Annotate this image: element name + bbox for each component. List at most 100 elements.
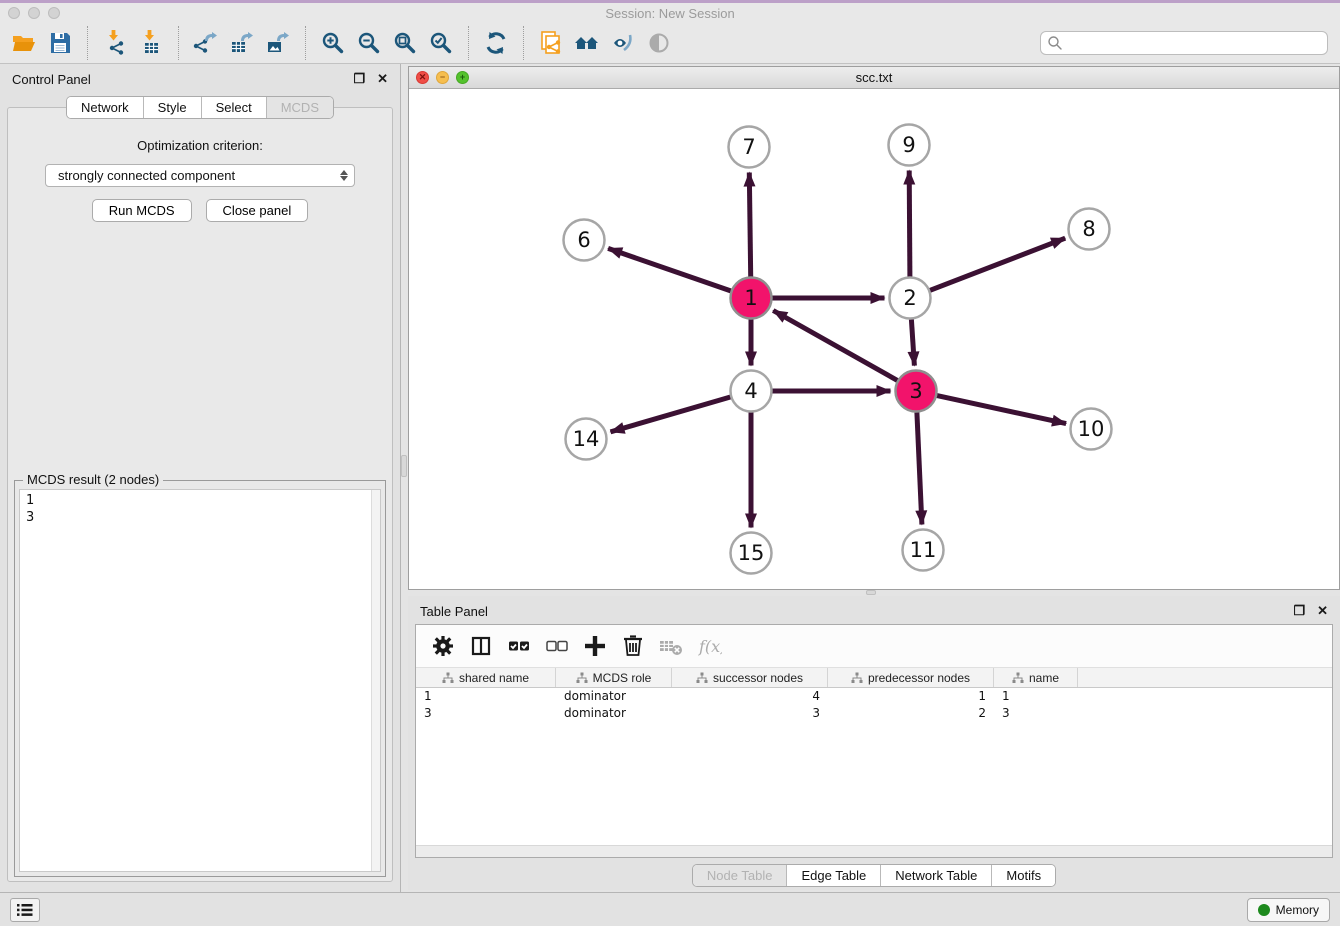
- graph-node-10[interactable]: 10: [1071, 409, 1112, 450]
- graph-node-3[interactable]: 3: [896, 371, 937, 412]
- add-row-button[interactable]: [578, 629, 612, 663]
- import-table-button[interactable]: [133, 26, 169, 60]
- function-builder-button: f(x): [692, 629, 726, 663]
- close-table-panel-icon[interactable]: ✕: [1317, 603, 1328, 619]
- close-panel-icon[interactable]: ✕: [377, 71, 388, 87]
- graph-node-7[interactable]: 7: [729, 127, 770, 168]
- panel-splitter-handle[interactable]: [401, 455, 407, 477]
- network-window-titlebar[interactable]: ✕ − + scc.txt: [409, 67, 1339, 89]
- tab-motifs[interactable]: Motifs: [991, 865, 1055, 886]
- import-network-button[interactable]: [97, 26, 133, 60]
- edge-2-9[interactable]: [909, 171, 910, 277]
- graph-node-15[interactable]: 15: [731, 533, 772, 574]
- task-history-button[interactable]: [10, 898, 40, 922]
- column-header-predecessor-nodes[interactable]: predecessor nodes: [828, 668, 994, 687]
- edge-4-14[interactable]: [611, 397, 731, 432]
- table-panel-title: Table Panel: [420, 604, 488, 619]
- import-network-icon: [102, 30, 128, 56]
- view-splitter-handle[interactable]: [866, 590, 876, 595]
- mcds-panel: Optimization criterion: strongly connect…: [7, 107, 393, 882]
- network-graph-canvas[interactable]: 7 9 6 8 1 2 4 3 14 10 15 11: [409, 89, 1339, 589]
- mcds-result-list[interactable]: 13: [19, 489, 381, 872]
- table-settings-button[interactable]: [426, 629, 460, 663]
- edge-1-6[interactable]: [608, 248, 731, 291]
- close-panel-button[interactable]: Close panel: [206, 199, 309, 222]
- tab-network[interactable]: Network: [67, 97, 143, 118]
- table-cell[interactable]: 3: [416, 705, 556, 722]
- zoom-fit-icon: [392, 30, 418, 56]
- graph-node-9[interactable]: 9: [889, 125, 930, 166]
- graphics-details-button[interactable]: [605, 26, 641, 60]
- column-label: MCDS role: [593, 671, 652, 685]
- table-cell[interactable]: 2: [828, 705, 994, 722]
- float-panel-icon[interactable]: ❐: [353, 71, 365, 87]
- export-table-button[interactable]: [224, 26, 260, 60]
- tab-select[interactable]: Select: [201, 97, 266, 118]
- tab-style[interactable]: Style: [143, 97, 201, 118]
- table-cell[interactable]: 1: [994, 688, 1078, 705]
- search-input[interactable]: [1063, 36, 1321, 50]
- edge-3-1[interactable]: [773, 311, 897, 381]
- table-column-headers: shared name MCDS role successor nodes prede…: [416, 668, 1332, 688]
- edge-3-11[interactable]: [917, 413, 922, 525]
- tab-edge-table[interactable]: Edge Table: [786, 865, 880, 886]
- node-label: 6: [577, 228, 590, 252]
- select-all-rows-button[interactable]: [502, 629, 536, 663]
- save-session-button[interactable]: [42, 26, 78, 60]
- toolbar-separator: [468, 26, 469, 60]
- column-header-shared-name[interactable]: shared name: [416, 668, 556, 687]
- graph-node-4[interactable]: 4: [731, 371, 772, 412]
- graph-node-1[interactable]: 1: [731, 278, 772, 319]
- graph-node-11[interactable]: 11: [903, 530, 944, 571]
- table-cell[interactable]: dominator: [556, 705, 672, 722]
- tab-mcds[interactable]: MCDS: [266, 97, 333, 118]
- column-header-MCDS-role[interactable]: MCDS role: [556, 668, 672, 687]
- run-mcds-button[interactable]: Run MCDS: [92, 199, 192, 222]
- edge-3-10[interactable]: [937, 396, 1066, 424]
- table-cell[interactable]: 1: [828, 688, 994, 705]
- table-tabs: Node TableEdge TableNetwork TableMotifs: [408, 864, 1340, 887]
- edge-2-8[interactable]: [930, 238, 1065, 290]
- table-toolbar: f(x): [416, 625, 1332, 668]
- node-table: f(x) shared name MCDS role successor nodes…: [415, 624, 1333, 858]
- column-layout-button[interactable]: [464, 629, 498, 663]
- table-cell[interactable]: dominator: [556, 688, 672, 705]
- float-table-panel-icon[interactable]: ❐: [1293, 603, 1305, 619]
- open-file-button[interactable]: [6, 26, 42, 60]
- graph-node-14[interactable]: 14: [566, 419, 607, 460]
- graph-node-8[interactable]: 8: [1069, 209, 1110, 250]
- column-header-name[interactable]: name: [994, 668, 1078, 687]
- result-scrollbar[interactable]: [371, 490, 380, 871]
- graph-node-6[interactable]: 6: [564, 220, 605, 261]
- select-arrows-icon: [340, 170, 348, 181]
- tab-node-table[interactable]: Node Table: [693, 865, 787, 886]
- graph-node-2[interactable]: 2: [890, 278, 931, 319]
- table-cell[interactable]: 3: [994, 705, 1078, 722]
- zoom-selected-button[interactable]: [423, 26, 459, 60]
- table-cell[interactable]: 4: [672, 688, 828, 705]
- table-cell[interactable]: 3: [672, 705, 828, 722]
- column-label: predecessor nodes: [868, 671, 970, 685]
- tab-network-table[interactable]: Network Table: [880, 865, 991, 886]
- deselect-all-rows-button[interactable]: [540, 629, 574, 663]
- zoom-fit-button[interactable]: [387, 26, 423, 60]
- zoom-in-button[interactable]: [315, 26, 351, 60]
- export-network-button[interactable]: [188, 26, 224, 60]
- session-title: Session: New Session: [0, 6, 1340, 21]
- memory-button[interactable]: Memory: [1247, 898, 1330, 922]
- zoom-out-button[interactable]: [351, 26, 387, 60]
- clone-network-button[interactable]: [533, 26, 569, 60]
- table-row[interactable]: 3dominator323: [416, 705, 1332, 722]
- delete-row-button[interactable]: [616, 629, 650, 663]
- table-row[interactable]: 1dominator411: [416, 688, 1332, 705]
- table-cell[interactable]: 1: [416, 688, 556, 705]
- criterion-select[interactable]: strongly connected component: [45, 164, 355, 187]
- first-neighbors-button[interactable]: [569, 26, 605, 60]
- search-box[interactable]: [1040, 31, 1328, 55]
- edge-2-3[interactable]: [911, 320, 914, 366]
- edge-1-7[interactable]: [749, 173, 750, 277]
- zoom-selected-icon: [428, 30, 454, 56]
- refresh-layout-button[interactable]: [478, 26, 514, 60]
- export-image-button[interactable]: [260, 26, 296, 60]
- column-header-successor-nodes[interactable]: successor nodes: [672, 668, 828, 687]
